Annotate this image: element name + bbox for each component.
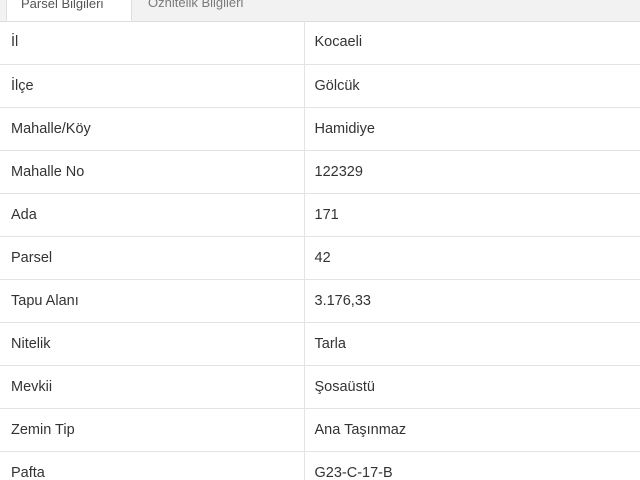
row-label: İlçe [0,64,305,108]
parcel-info-panel: Parsel Bilgileri Öznitelik Bilgileri İl … [0,0,640,480]
row-label: Mahalle/Köy [0,107,305,151]
row-label: Pafta [0,451,305,480]
row-value: Gölcük [304,64,640,108]
tab-parcel-info[interactable]: Parsel Bilgileri [6,0,132,21]
row-value: Hamidiye [304,107,640,151]
row-label: Mevkii [0,365,305,409]
row-value: Tarla [304,322,640,366]
row-label: Nitelik [0,322,305,366]
table-row-pafta: Pafta G23-C-17-B [0,451,640,480]
row-value: Şosaüstü [304,365,640,409]
parcel-info-table: İl Kocaeli İlçe Gölcük Mahalle/Köy Hamid… [0,21,640,480]
table-row-ilce: İlçe Gölcük [0,64,640,108]
table-row-mevkii: Mevkii Şosaüstü [0,365,640,409]
row-value: 122329 [304,150,640,194]
row-label: Mahalle No [0,150,305,194]
row-label: Tapu Alanı [0,279,305,323]
row-label: Parsel [0,236,305,280]
row-label: İl [0,21,305,65]
table-row-parsel: Parsel 42 [0,236,640,280]
row-value: Kocaeli [304,21,640,65]
tab-bar: Parsel Bilgileri Öznitelik Bilgileri [0,0,640,22]
table-row-nitelik: Nitelik Tarla [0,322,640,366]
table-row-tapu-alani: Tapu Alanı 3.176,33 [0,279,640,323]
row-label: Zemin Tip [0,408,305,452]
table-row-il: İl Kocaeli [0,21,640,65]
row-value: 42 [304,236,640,280]
table-row-zemin-tip: Zemin Tip Ana Taşınmaz [0,408,640,452]
row-value: Ana Taşınmaz [304,408,640,452]
row-value: 3.176,33 [304,279,640,323]
row-value: G23-C-17-B [304,451,640,480]
table-row-mahalle-koy: Mahalle/Köy Hamidiye [0,107,640,151]
table-row-ada: Ada 171 [0,193,640,237]
table-row-mahalle-no: Mahalle No 122329 [0,150,640,194]
tab-attribute-info[interactable]: Öznitelik Bilgileri [134,0,257,21]
row-value: 171 [304,193,640,237]
row-label: Ada [0,193,305,237]
